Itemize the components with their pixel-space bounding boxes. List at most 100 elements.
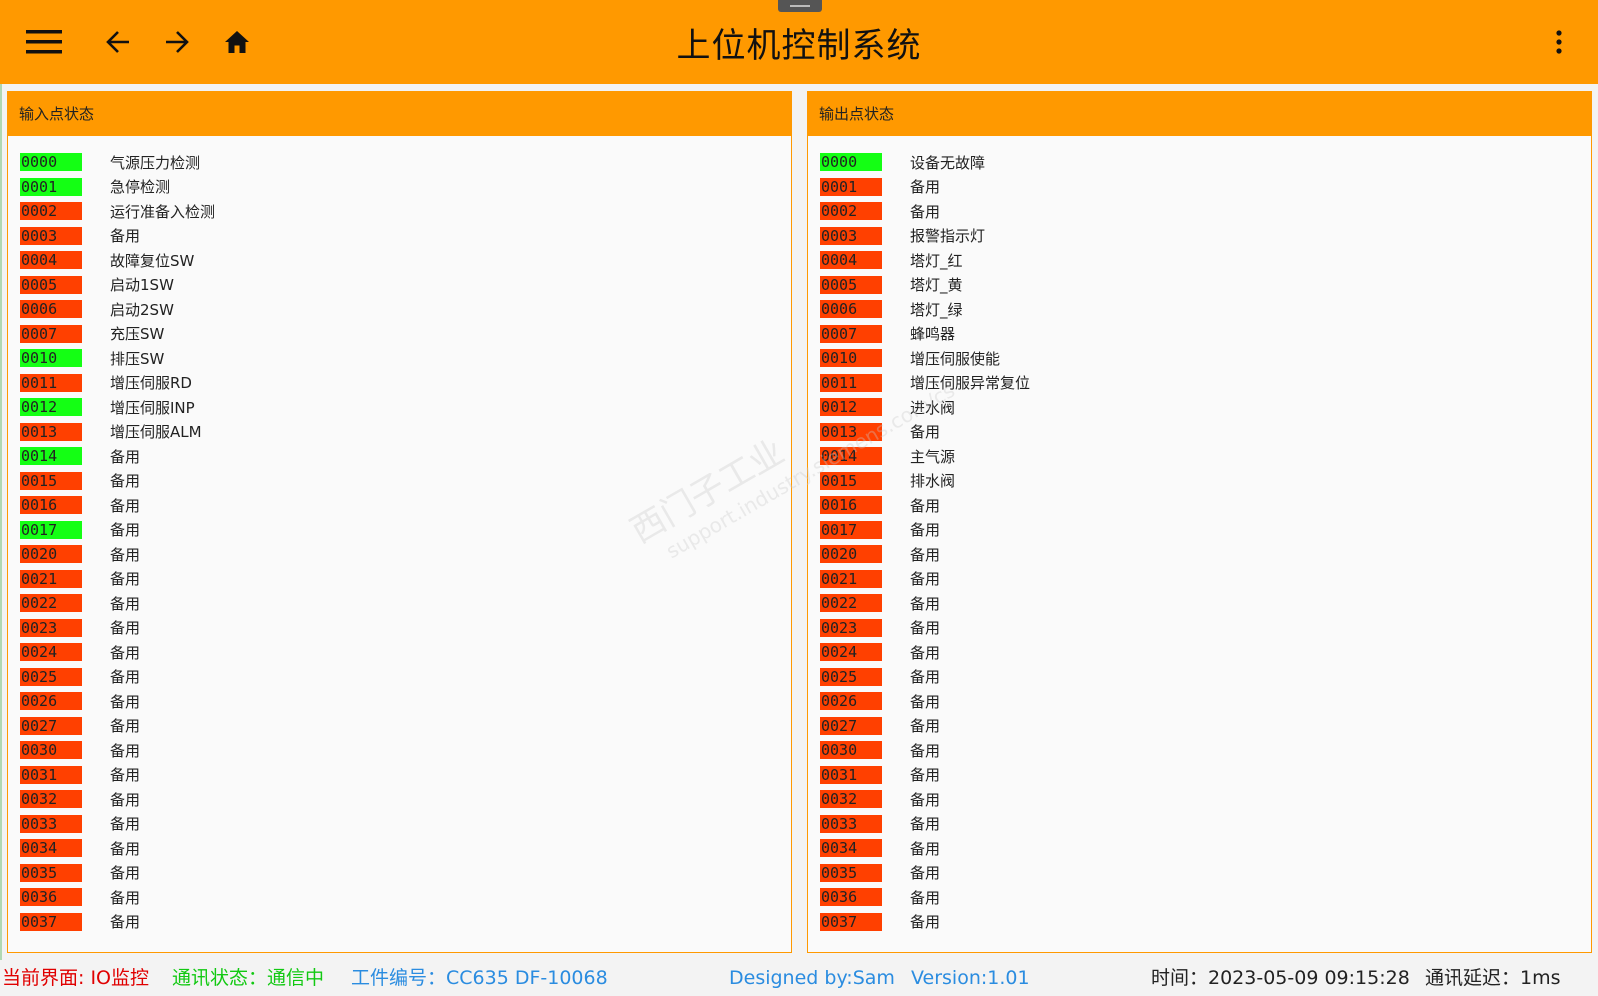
io-status-indicator: 0025 — [820, 667, 882, 686]
io-label: 备用 — [110, 888, 141, 907]
io-status-indicator: 0005 — [820, 275, 882, 294]
io-status-indicator: 0036 — [820, 888, 882, 907]
io-row: 0035 备用 — [20, 861, 215, 886]
io-status-indicator: 0023 — [820, 618, 882, 637]
io-status-indicator: 0013 — [20, 422, 82, 441]
io-row: 0032 备用 — [820, 787, 1030, 812]
io-label: 备用 — [110, 521, 141, 540]
io-row: 0022 备用 — [820, 591, 1030, 616]
io-label: 备用 — [910, 496, 941, 515]
io-label: 备用 — [110, 668, 141, 687]
more-vert-icon[interactable] — [1539, 22, 1579, 62]
io-label: 设备无故障 — [910, 153, 986, 172]
io-status-indicator: 0002 — [820, 202, 882, 221]
io-row: 0017 备用 — [20, 518, 215, 543]
io-row: 0030 备用 — [20, 738, 215, 763]
io-row: 0035 备用 — [820, 861, 1030, 886]
io-status-indicator: 0001 — [820, 177, 882, 196]
io-label: 备用 — [110, 766, 141, 785]
io-row: 0007 蜂鸣器 — [820, 322, 1030, 347]
io-status-indicator: 0011 — [820, 373, 882, 392]
designer-credit: Designed by:Sam — [729, 967, 895, 989]
io-label: 备用 — [110, 717, 141, 736]
io-label: 排压SW — [110, 349, 165, 368]
io-label: 备用 — [110, 815, 141, 834]
io-row: 0011 增压伺服异常复位 — [820, 371, 1030, 396]
io-label: 备用 — [910, 202, 941, 221]
io-status-indicator: 0006 — [820, 300, 882, 319]
io-label: 备用 — [110, 594, 141, 613]
io-status-indicator: 0036 — [20, 888, 82, 907]
io-row: 0012 进水阀 — [820, 395, 1030, 420]
app-title: 上位机控制系统 — [676, 26, 922, 66]
io-status-indicator: 0016 — [820, 496, 882, 515]
io-label: 备用 — [910, 521, 941, 540]
input-panel-title: 输入点状态 — [8, 92, 791, 136]
io-status-indicator: 0032 — [820, 790, 882, 809]
io-status-indicator: 0015 — [820, 471, 882, 490]
io-row: 0021 备用 — [20, 567, 215, 592]
io-row: 0002 运行准备入检测 — [20, 199, 215, 224]
io-label: 备用 — [910, 717, 941, 736]
io-label: 备用 — [110, 913, 141, 932]
io-label: 塔灯_红 — [910, 251, 963, 270]
io-status-indicator: 0026 — [20, 692, 82, 711]
io-status-indicator: 0013 — [820, 422, 882, 441]
io-status-indicator: 0021 — [820, 569, 882, 588]
io-row: 0016 备用 — [820, 493, 1030, 518]
io-row: 0001 备用 — [820, 175, 1030, 200]
io-label: 备用 — [110, 864, 141, 883]
workpiece-number: 工件编号：CC635 DF-10068 — [351, 967, 608, 989]
io-label: 备用 — [110, 545, 141, 564]
io-status-indicator: 0012 — [20, 398, 82, 417]
io-row: 0005 启动1SW — [20, 273, 215, 298]
io-row: 0000 气源压力检测 — [20, 150, 215, 175]
io-row: 0005 塔灯_黄 — [820, 273, 1030, 298]
drag-handle[interactable] — [778, 0, 822, 12]
input-panel: 输入点状态 0000 气源压力检测 0001 急停检测 0002 运行准备入检测 0003 备… — [7, 91, 792, 953]
io-label: 备用 — [910, 643, 941, 662]
io-label: 增压伺服INP — [110, 398, 195, 417]
io-status-indicator: 0034 — [20, 839, 82, 858]
io-label: 备用 — [910, 619, 941, 638]
io-label: 蜂鸣器 — [910, 325, 956, 344]
io-row: 0003 备用 — [20, 224, 215, 249]
io-status-indicator: 0007 — [20, 324, 82, 343]
io-row: 0010 增压伺服使能 — [820, 346, 1030, 371]
io-status-indicator: 0000 — [820, 153, 882, 172]
io-row: 0020 备用 — [820, 542, 1030, 567]
io-status-indicator: 0005 — [20, 275, 82, 294]
io-row: 0013 增压伺服ALM — [20, 420, 215, 445]
io-label: 备用 — [110, 619, 141, 638]
io-label: 排水阀 — [910, 472, 956, 491]
io-status-indicator: 0037 — [20, 912, 82, 931]
io-status-indicator: 0002 — [20, 202, 82, 221]
io-label: 增压伺服使能 — [910, 349, 1001, 368]
io-status-indicator: 0035 — [20, 863, 82, 882]
io-row: 0014 主气源 — [820, 444, 1030, 469]
io-row: 0006 启动2SW — [20, 297, 215, 322]
io-status-indicator: 0007 — [820, 324, 882, 343]
io-status-indicator: 0031 — [20, 765, 82, 784]
io-row: 0034 备用 — [20, 836, 215, 861]
io-status-indicator: 0014 — [20, 447, 82, 466]
window-edge — [0, 84, 2, 960]
io-row: 0027 备用 — [820, 714, 1030, 739]
io-status-indicator: 0033 — [820, 814, 882, 833]
version-label: Version:1.01 — [911, 967, 1030, 989]
io-label: 故障复位SW — [110, 251, 195, 270]
io-row: 0023 备用 — [820, 616, 1030, 641]
io-label: 备用 — [910, 692, 941, 711]
io-row: 0011 增压伺服RD — [20, 371, 215, 396]
io-row: 0015 备用 — [20, 469, 215, 494]
io-row: 0027 备用 — [20, 714, 215, 739]
io-row: 0017 备用 — [820, 518, 1030, 543]
comm-latency: 通讯延迟：1ms — [1425, 967, 1561, 989]
io-row: 0020 备用 — [20, 542, 215, 567]
io-label: 启动2SW — [110, 300, 174, 319]
io-row: 0000 设备无故障 — [820, 150, 1030, 175]
io-label: 增压伺服RD — [110, 374, 192, 393]
io-status-indicator: 0023 — [20, 618, 82, 637]
io-label: 气源压力检测 — [110, 153, 201, 172]
io-label: 备用 — [910, 913, 941, 932]
